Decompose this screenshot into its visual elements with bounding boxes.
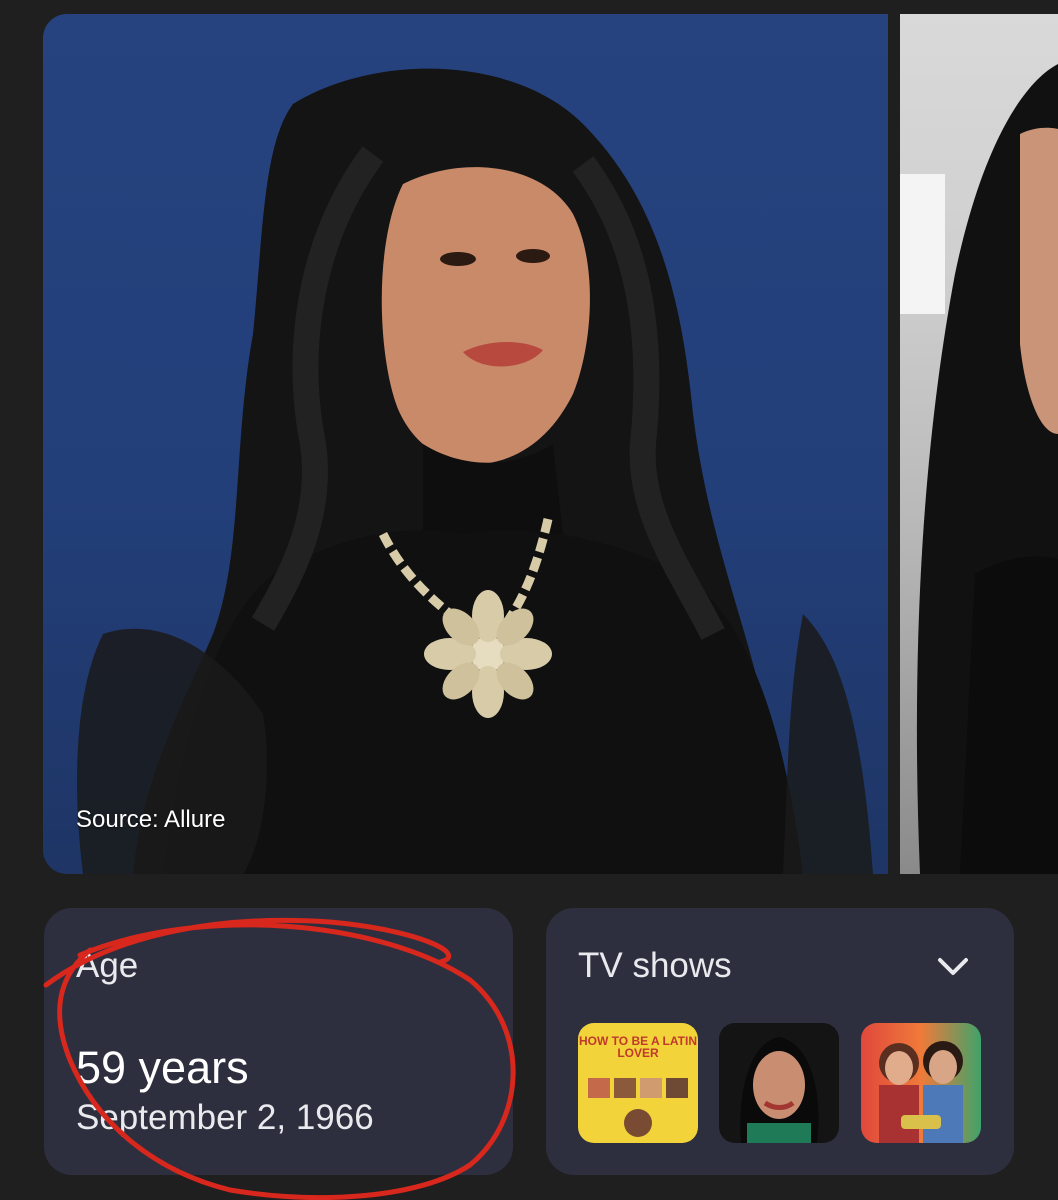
main-photo[interactable]: Source: Allure [43,14,888,874]
age-card[interactable]: Age 59 years September 2, 1966 [44,908,513,1175]
tv-show-thumbnail[interactable] [719,1023,839,1143]
search-result-panel: Source: Allure Age 59 years September 2,… [0,0,1058,1200]
tv-shows-card[interactable]: TV shows HOW TO BE A LATIN LOVER [546,908,1014,1175]
portrait-illustration [77,68,873,874]
tv-shows-title: TV shows [578,946,732,985]
image-carousel[interactable]: Source: Allure [0,14,1058,874]
chevron-down-icon[interactable] [936,952,970,980]
tv-show-thumbnail[interactable] [861,1023,981,1143]
poster-art [588,1078,688,1137]
image-source-caption[interactable]: Source: Allure [76,806,225,834]
age-value: 59 years [76,1042,249,1093]
birth-date: September 2, 1966 [76,1098,374,1137]
poster-art [879,1041,963,1143]
next-portrait-illustration [900,64,1058,874]
poster-art [740,1037,819,1143]
next-photo-preview[interactable] [900,14,1058,874]
tv-show-thumbnail[interactable]: HOW TO BE A LATIN LOVER [578,1023,698,1143]
age-label: Age [76,946,139,985]
